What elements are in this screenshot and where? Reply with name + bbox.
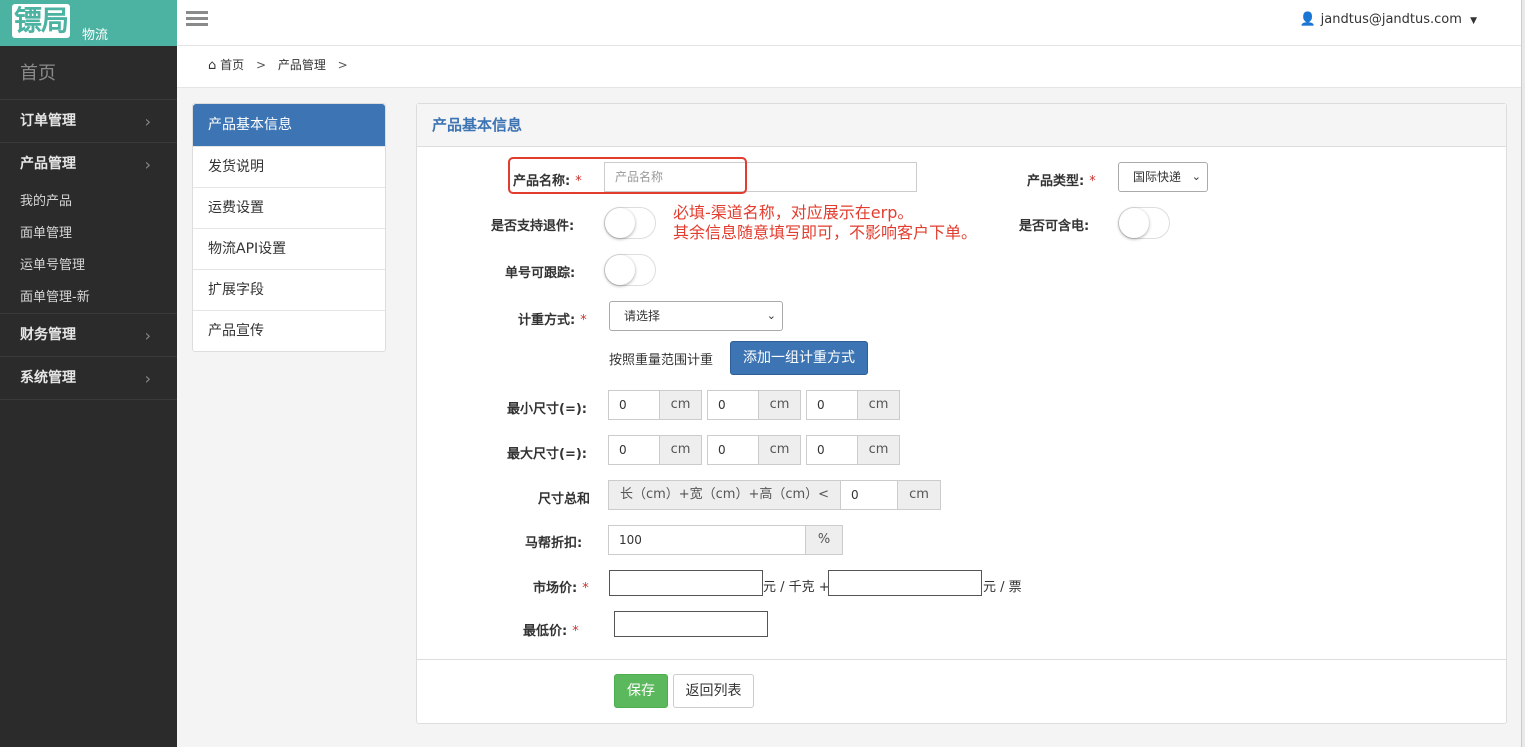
top-bar: 👤 jandtus@jandtus.com ▼ [177, 0, 1521, 46]
sidebar-item-products[interactable]: 产品管理 › [0, 143, 177, 186]
market-price-per-ticket-input[interactable] [828, 570, 982, 596]
product-type-select[interactable]: 国际快递 ⌄ [1118, 162, 1208, 192]
cm-unit: cm [897, 480, 941, 510]
max-length-input[interactable]: 0 [608, 435, 660, 465]
breadcrumb: ⌂ 首页 > 产品管理 > [177, 46, 1521, 88]
sidebar-item-label: 财务管理 [20, 327, 76, 343]
cm-unit: cm [857, 390, 900, 420]
max-height-input[interactable]: 0 [806, 435, 858, 465]
panel-title: 产品基本信息 [417, 104, 1506, 147]
return-support-toggle[interactable] [604, 207, 656, 239]
sidebar-item-finance[interactable]: 财务管理 › [0, 314, 177, 357]
per-kg-unit: 元 / 千克 + [763, 580, 830, 595]
sidebar-item-tracking-numbers[interactable]: 运单号管理 [0, 250, 177, 282]
tab-extended-fields[interactable]: 扩展字段 [193, 269, 385, 310]
min-price-label: 最低价: * [523, 624, 579, 639]
trackable-toggle[interactable] [604, 254, 656, 286]
product-type-label: 产品类型: * [1027, 174, 1096, 189]
menu-toggle-icon[interactable] [186, 11, 208, 29]
cm-unit: cm [659, 435, 702, 465]
sidebar-item-orders[interactable]: 订单管理 › [0, 100, 177, 143]
add-weight-method-button[interactable]: 添加一组计重方式 [730, 341, 868, 375]
annotation-line-2: 其余信息随意填写即可，不影响客户下单。 [673, 223, 978, 242]
percent-unit: % [805, 525, 843, 555]
tab-logistics-api[interactable]: 物流API设置 [193, 228, 385, 269]
discount-label: 马帮折扣: [525, 536, 583, 551]
user-email: jandtus@jandtus.com [1320, 12, 1462, 27]
sidebar-item-label: 系统管理 [20, 370, 76, 386]
user-menu[interactable]: 👤 jandtus@jandtus.com ▼ [1299, 12, 1477, 27]
sidebar-home[interactable]: 首页 [0, 46, 177, 100]
max-size-label: 最大尺寸(=): [507, 447, 587, 462]
tab-basic-info[interactable]: 产品基本信息 [193, 104, 385, 146]
sidebar: 镖局 物流 首页 订单管理 › 产品管理 › 我的产品 面单管理 运单号管理 面单管… [0, 0, 177, 747]
size-sum-input[interactable]: 0 [840, 480, 898, 510]
logo-subtitle: 物流 [82, 28, 109, 43]
chevron-right-icon: › [144, 155, 151, 174]
market-price-label: 市场价: * [533, 581, 589, 596]
annotation-highlight-box [508, 157, 747, 194]
caret-down-icon: ▼ [1470, 16, 1477, 26]
chevron-right-icon: › [144, 112, 151, 131]
annotation-note: 必填-渠道名称，对应展示在erp。 其余信息随意填写即可，不影响客户下单。 [673, 203, 977, 243]
breadcrumb-separator: > [255, 58, 266, 72]
per-ticket-unit: 元 / 票 [983, 580, 1022, 595]
cm-unit: cm [857, 435, 900, 465]
min-height-input[interactable]: 0 [806, 390, 858, 420]
cm-unit: cm [758, 390, 801, 420]
market-price-per-kg-input[interactable] [609, 570, 763, 596]
cm-unit: cm [659, 390, 702, 420]
discount-input[interactable]: 100 [608, 525, 806, 555]
chevron-right-icon: › [144, 326, 151, 345]
breadcrumb-current[interactable]: 产品管理 [278, 58, 326, 72]
breadcrumb-separator: > [337, 58, 348, 72]
min-width-input[interactable]: 0 [707, 390, 759, 420]
sidebar-item-label: 订单管理 [20, 113, 76, 129]
tab-freight-settings[interactable]: 运费设置 [193, 187, 385, 228]
sidebar-item-label: 产品管理 [20, 156, 76, 172]
logo[interactable]: 镖局 物流 [0, 0, 177, 46]
min-size-label: 最小尺寸(=): [507, 402, 587, 417]
save-button[interactable]: 保存 [614, 674, 668, 708]
annotation-line-1: 必填-渠道名称，对应展示在erp。 [673, 203, 914, 222]
weight-method-select[interactable]: 请选择 ⌄ [609, 301, 783, 331]
max-width-input[interactable]: 0 [707, 435, 759, 465]
user-icon: 👤 [1299, 12, 1316, 27]
sidebar-item-my-products[interactable]: 我的产品 [0, 186, 177, 218]
breadcrumb-home[interactable]: 首页 [220, 58, 244, 72]
min-price-input[interactable] [614, 611, 768, 637]
sidebar-item-label-management[interactable]: 面单管理 [0, 218, 177, 250]
chevron-down-icon: ⌄ [1191, 170, 1201, 183]
cm-unit: cm [758, 435, 801, 465]
return-support-label: 是否支持退件: [491, 219, 575, 234]
min-length-input[interactable]: 0 [608, 390, 660, 420]
home-icon: ⌂ [208, 58, 217, 73]
window-edge [1521, 0, 1525, 747]
tab-shipping-notes[interactable]: 发货说明 [193, 146, 385, 187]
chevron-down-icon: ⌄ [766, 309, 776, 322]
divider [417, 659, 1506, 660]
sidebar-item-system[interactable]: 系统管理 › [0, 357, 177, 400]
size-sum-label: 尺寸总和 [538, 492, 591, 507]
chevron-right-icon: › [144, 369, 151, 388]
weight-range-text: 按照重量范围计重 [609, 353, 714, 368]
trackable-label: 单号可跟踪: [505, 266, 576, 281]
battery-toggle[interactable] [1118, 207, 1170, 239]
weight-method-label: 计重方式: * [518, 313, 587, 328]
product-tabs: 产品基本信息 发货说明 运费设置 物流API设置 扩展字段 产品宣传 [192, 103, 386, 352]
sidebar-item-label-management-new[interactable]: 面单管理-新 [0, 282, 177, 314]
battery-label: 是否可含电: [1019, 219, 1090, 234]
back-to-list-button[interactable]: 返回列表 [673, 674, 754, 708]
size-sum-formula: 长（cm）+宽（cm）+高（cm）< [608, 480, 841, 510]
logo-mark: 镖局 [12, 4, 71, 38]
tab-product-promotion[interactable]: 产品宣传 [193, 310, 385, 351]
